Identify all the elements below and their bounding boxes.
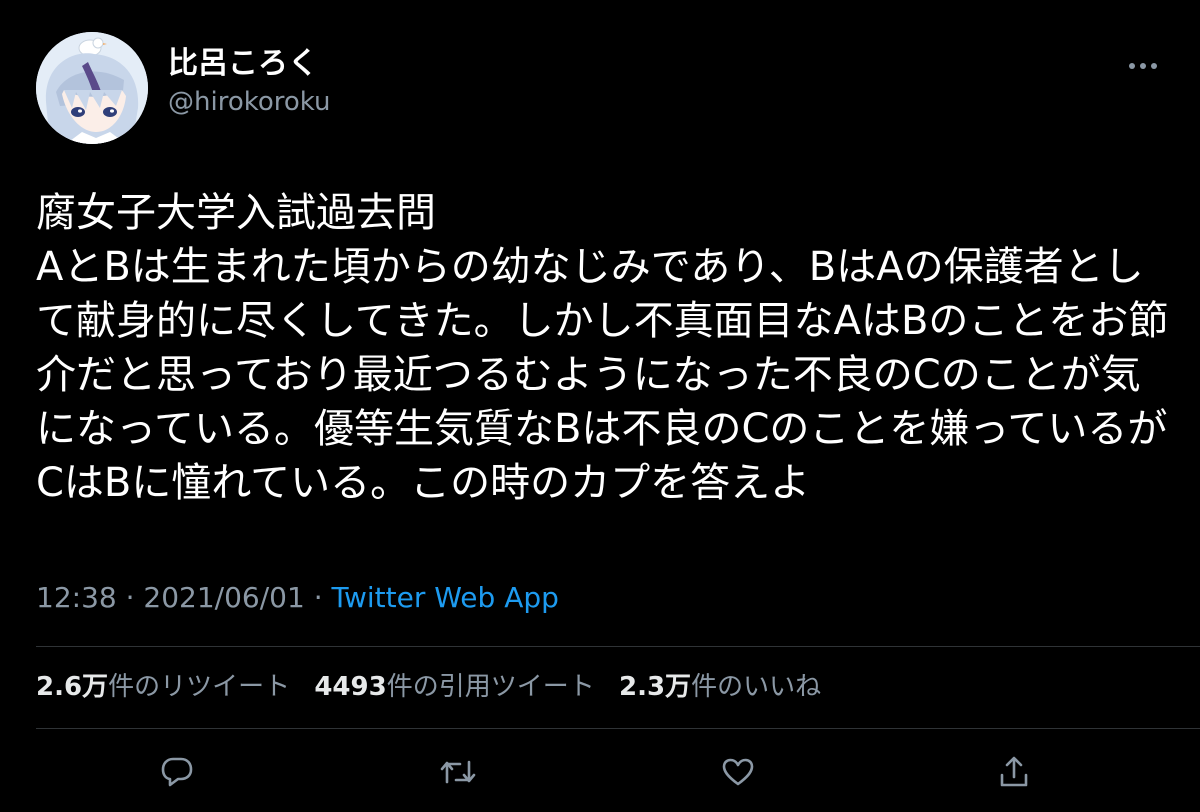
likes-stat[interactable]: 2.3万件のいいね	[619, 672, 821, 702]
meta-separator: ·	[304, 581, 332, 614]
tweet-time[interactable]: 12:38	[36, 581, 117, 614]
retweets-count: 2.6万	[36, 672, 109, 702]
quote-tweets-stat[interactable]: 4493件の引用ツイート	[314, 672, 594, 702]
likes-label: 件のいいね	[691, 672, 822, 702]
tweet-detail: 比呂ころく @hirokoroku 腐女子大学入試過去問 AとBは生まれた頃から…	[0, 0, 1200, 812]
retweet-button[interactable]	[434, 748, 482, 796]
tweet-text-line: になっている。優等生気質なBは不良のCのことを嫌っているが	[36, 406, 1168, 452]
divider	[36, 728, 1200, 729]
tweet-text-line: CはBに憧れている。この時のカプを答えよ	[36, 460, 811, 506]
divider	[36, 646, 1200, 647]
retweets-label: 件のリツイート	[108, 672, 291, 702]
share-button[interactable]	[990, 748, 1038, 796]
reply-button[interactable]	[153, 748, 201, 796]
like-button[interactable]	[714, 748, 762, 796]
tweet-text: 腐女子大学入試過去問 AとBは生まれた頃からの幼なじみであり、BはAの保護者とし…	[36, 186, 1169, 510]
avatar[interactable]	[36, 32, 148, 144]
more-horizontal-icon	[1129, 63, 1157, 69]
tweet-meta: 12:38 · 2021/06/01 · Twitter Web App	[36, 580, 559, 616]
meta-separator: ·	[116, 581, 144, 614]
tweet-text-line: 介だと思っており最近つるむようになった不良のCのことが気	[36, 352, 1141, 398]
likes-count: 2.3万	[619, 672, 692, 702]
engagement-stats: 2.6万件のリツイート 4493件の引用ツイート 2.3万件のいいね	[36, 668, 837, 706]
tweet-text-line: AとBは生まれた頃からの幼なじみであり、BはAの保護者とし	[36, 244, 1144, 290]
tweet-text-line: 腐女子大学入試過去問	[36, 190, 436, 236]
tweet-text-line: て献身的に尽くしてきた。しかし不真面目なAはBのことをお節	[36, 298, 1169, 344]
quote-tweets-count: 4493	[314, 672, 387, 702]
display-name[interactable]: 比呂ころく	[168, 46, 318, 82]
more-options-button[interactable]	[1120, 46, 1166, 86]
username-handle[interactable]: @hirokoroku	[168, 86, 331, 118]
like-icon	[722, 758, 754, 786]
avatar-illustration	[36, 32, 148, 144]
share-icon	[1000, 756, 1028, 787]
tweet-source-link[interactable]: Twitter Web App	[332, 581, 559, 614]
retweets-stat[interactable]: 2.6万件のリツイート	[36, 672, 290, 702]
retweet-icon	[440, 760, 476, 784]
tweet-date[interactable]: 2021/06/01	[143, 581, 304, 614]
quote-tweets-label: 件の引用ツイート	[386, 672, 595, 702]
reply-icon	[161, 757, 193, 787]
